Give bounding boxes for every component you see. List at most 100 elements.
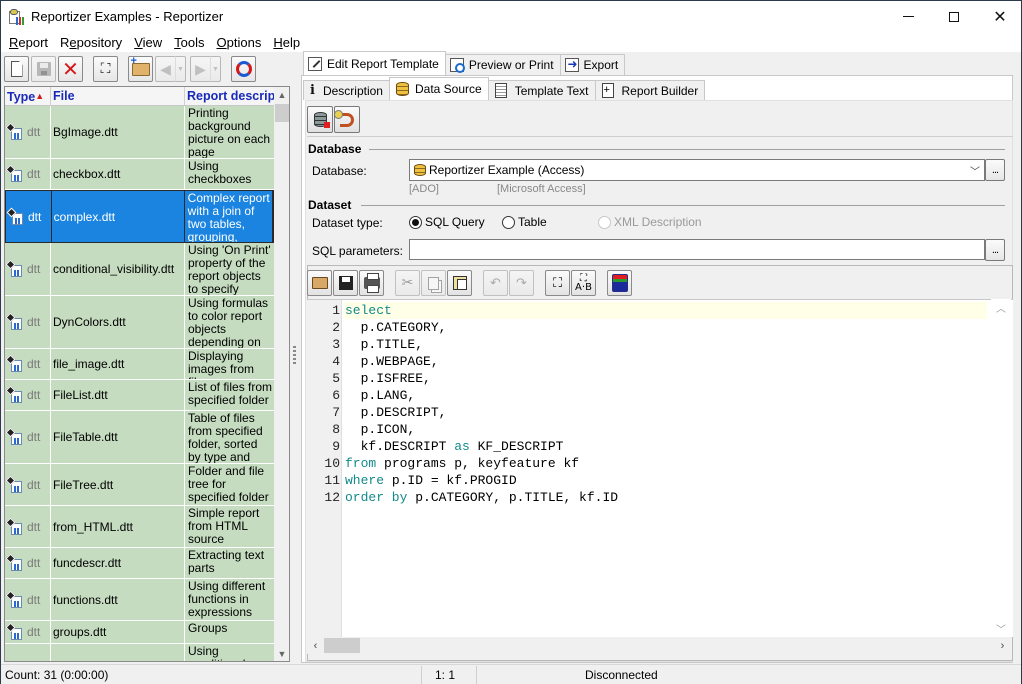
report-template-icon (6, 207, 24, 225)
sql-text: p.ICON, (345, 422, 416, 437)
scroll-left-icon[interactable]: ‹ (307, 637, 324, 654)
file-row[interactable]: dtt FileTable.dtt Table of files from spec… (5, 411, 274, 464)
file-row[interactable]: dtt groups.dtt Groups (5, 621, 274, 644)
undo-button[interactable]: ↶ (483, 270, 508, 296)
back-dropdown[interactable]: ▼ (175, 56, 186, 82)
menu-help[interactable]: Help (269, 35, 304, 50)
file-row[interactable]: dtt complex.dtt Complex report with a join… (5, 190, 274, 243)
editor-horizontal-scrollbar[interactable]: ‹ › (307, 637, 1011, 654)
redo-button[interactable]: ↷ (509, 270, 534, 296)
copy-button[interactable] (421, 270, 446, 296)
scroll-thumb[interactable] (324, 638, 360, 653)
scroll-down-icon[interactable]: ▼ (274, 646, 289, 661)
copy-icon (428, 276, 439, 290)
file-row[interactable]: dtt funcdescr.dtt Extracting text parts (5, 548, 274, 579)
find-text-button[interactable]: ⛶ (545, 270, 570, 296)
scroll-down-icon[interactable]: ﹀ (991, 620, 1011, 637)
chevron-down-icon: ﹀ (970, 167, 980, 178)
tab-report-builder[interactable]: Report Builder (594, 80, 706, 100)
refresh-button[interactable] (231, 56, 256, 82)
disconnect-database-button[interactable] (307, 106, 333, 133)
sub-tabs: iDescription Data Source Template Text R… (303, 77, 706, 100)
file-row[interactable]: dtt file_image.dtt Displaying images from … (5, 349, 274, 380)
sql-text: kf.DESCRIPT (345, 439, 455, 454)
back-button[interactable]: ◀ (155, 56, 175, 82)
close-button[interactable]: ✕ (977, 1, 1022, 32)
tab-export[interactable]: Export (559, 54, 626, 75)
forward-button[interactable]: ▶ (190, 56, 210, 82)
editor-vertical-scrollbar[interactable]: ︿ ﹀ (991, 299, 1011, 637)
sql-editor[interactable]: 1 select 2 p.CATEGORY, 3 p.TITLE, 4 p.WEBPAG… (307, 299, 1013, 637)
file-description-cell: Using formulas to color report objects d… (188, 296, 269, 349)
column-header-file[interactable]: File (51, 87, 185, 105)
save-file-button[interactable] (333, 270, 358, 296)
file-row[interactable]: dtt BgImage.dtt Printing background pictur… (5, 106, 274, 159)
file-row[interactable]: dtt FileList.dtt List of files from specif… (5, 380, 274, 411)
binoculars-icon: ⛶ (552, 275, 563, 291)
file-list-scrollbar[interactable]: ▲ ▼ (274, 87, 289, 661)
file-row[interactable]: dtt checkbox.dtt Using checkboxes (5, 159, 274, 190)
menu-view[interactable]: View (130, 35, 166, 50)
connection-type: [ADO] (409, 183, 439, 195)
minimize-button[interactable] (885, 1, 931, 32)
column-header-description[interactable]: Report descrip (185, 87, 274, 105)
replace-text-button[interactable]: ⛶ A·B (571, 270, 596, 296)
panel-splitter[interactable] (291, 86, 299, 664)
file-description-cell: List of files from specified folder (188, 380, 273, 407)
file-type-cell: dtt (5, 411, 51, 463)
file-row[interactable]: dtt DynColors.dtt Using formulas to color … (5, 296, 274, 349)
delete-button[interactable]: ✕ (58, 56, 83, 82)
info-icon: i (310, 83, 315, 98)
divider (361, 205, 1005, 206)
forward-arrow-icon: ▶ (195, 60, 206, 77)
cut-button[interactable]: ✂ (395, 270, 420, 296)
file-row[interactable]: dtt functions.dtt Using different function… (5, 579, 274, 621)
radio-table[interactable]: Table (502, 215, 547, 229)
maximize-button[interactable] (931, 1, 977, 32)
menu-tools[interactable]: Tools (170, 35, 208, 50)
menu-report[interactable]: Report (5, 35, 52, 50)
sql-parameters-input[interactable] (409, 239, 985, 260)
menu-options[interactable]: Options (213, 35, 266, 50)
report-file-list[interactable]: Type▲ File Report descrip dtt BgImage.dtt… (4, 86, 290, 662)
find-button[interactable]: ⛶ (93, 56, 118, 82)
database-browse-button[interactable]: ... (985, 159, 1005, 181)
scroll-up-icon[interactable]: ▲ (274, 87, 289, 103)
new-report-button[interactable] (4, 56, 29, 82)
close-icon: ✕ (993, 7, 1007, 26)
insert-field-button[interactable] (607, 270, 632, 296)
file-description-cell: Using 'On Print' property of the report … (188, 243, 271, 296)
connect-database-button[interactable] (334, 106, 360, 133)
file-row[interactable]: dtt from_HTML.dtt Simple report from HTML … (5, 506, 274, 548)
database-select[interactable]: Reportizer Example (Access) ﹀ (409, 159, 985, 181)
menu-repository[interactable]: Repository (56, 35, 126, 50)
file-row[interactable]: dtt conditional_visibility.dtt Using 'On P… (5, 243, 274, 296)
sql-text: p.CATEGORY, (345, 320, 447, 335)
tab-preview-or-print[interactable]: Preview or Print (444, 54, 561, 75)
line-number: 1 (332, 303, 340, 318)
column-header-type[interactable]: Type▲ (5, 87, 51, 105)
open-folder-button[interactable] (128, 55, 153, 82)
code-text: p.CATEGORY, (344, 319, 987, 336)
open-file-button[interactable] (307, 270, 332, 296)
menu-bar: Report Repository View Tools Options Help (1, 32, 1021, 52)
file-row[interactable]: Using conditional (5, 644, 274, 661)
sql-text: p.LANG, (345, 388, 416, 403)
scroll-up-icon[interactable]: ︿ (991, 299, 1011, 316)
scroll-thumb[interactable] (275, 104, 289, 122)
file-name-cell (51, 644, 185, 661)
sql-keyword: order by (345, 490, 408, 505)
tab-data-source[interactable]: Data Source (388, 77, 489, 100)
tab-description[interactable]: i Description (303, 80, 390, 100)
save-button[interactable] (31, 56, 56, 82)
radio-sql-query[interactable]: SQL Query (409, 215, 485, 229)
scroll-right-icon[interactable]: › (994, 637, 1011, 654)
paste-button[interactable] (447, 270, 472, 296)
print-button[interactable] (359, 270, 384, 296)
forward-dropdown[interactable]: ▼ (210, 56, 221, 82)
tab-template-text[interactable]: Template Text (487, 80, 596, 100)
radio-xml-description[interactable]: XML Description (598, 215, 702, 229)
sql-parameters-browse-button[interactable]: ... (985, 239, 1005, 261)
file-row[interactable]: dtt FileTree.dtt Folder and file tree for … (5, 464, 274, 506)
tab-edit-report-template[interactable]: Edit Report Template (303, 51, 446, 75)
